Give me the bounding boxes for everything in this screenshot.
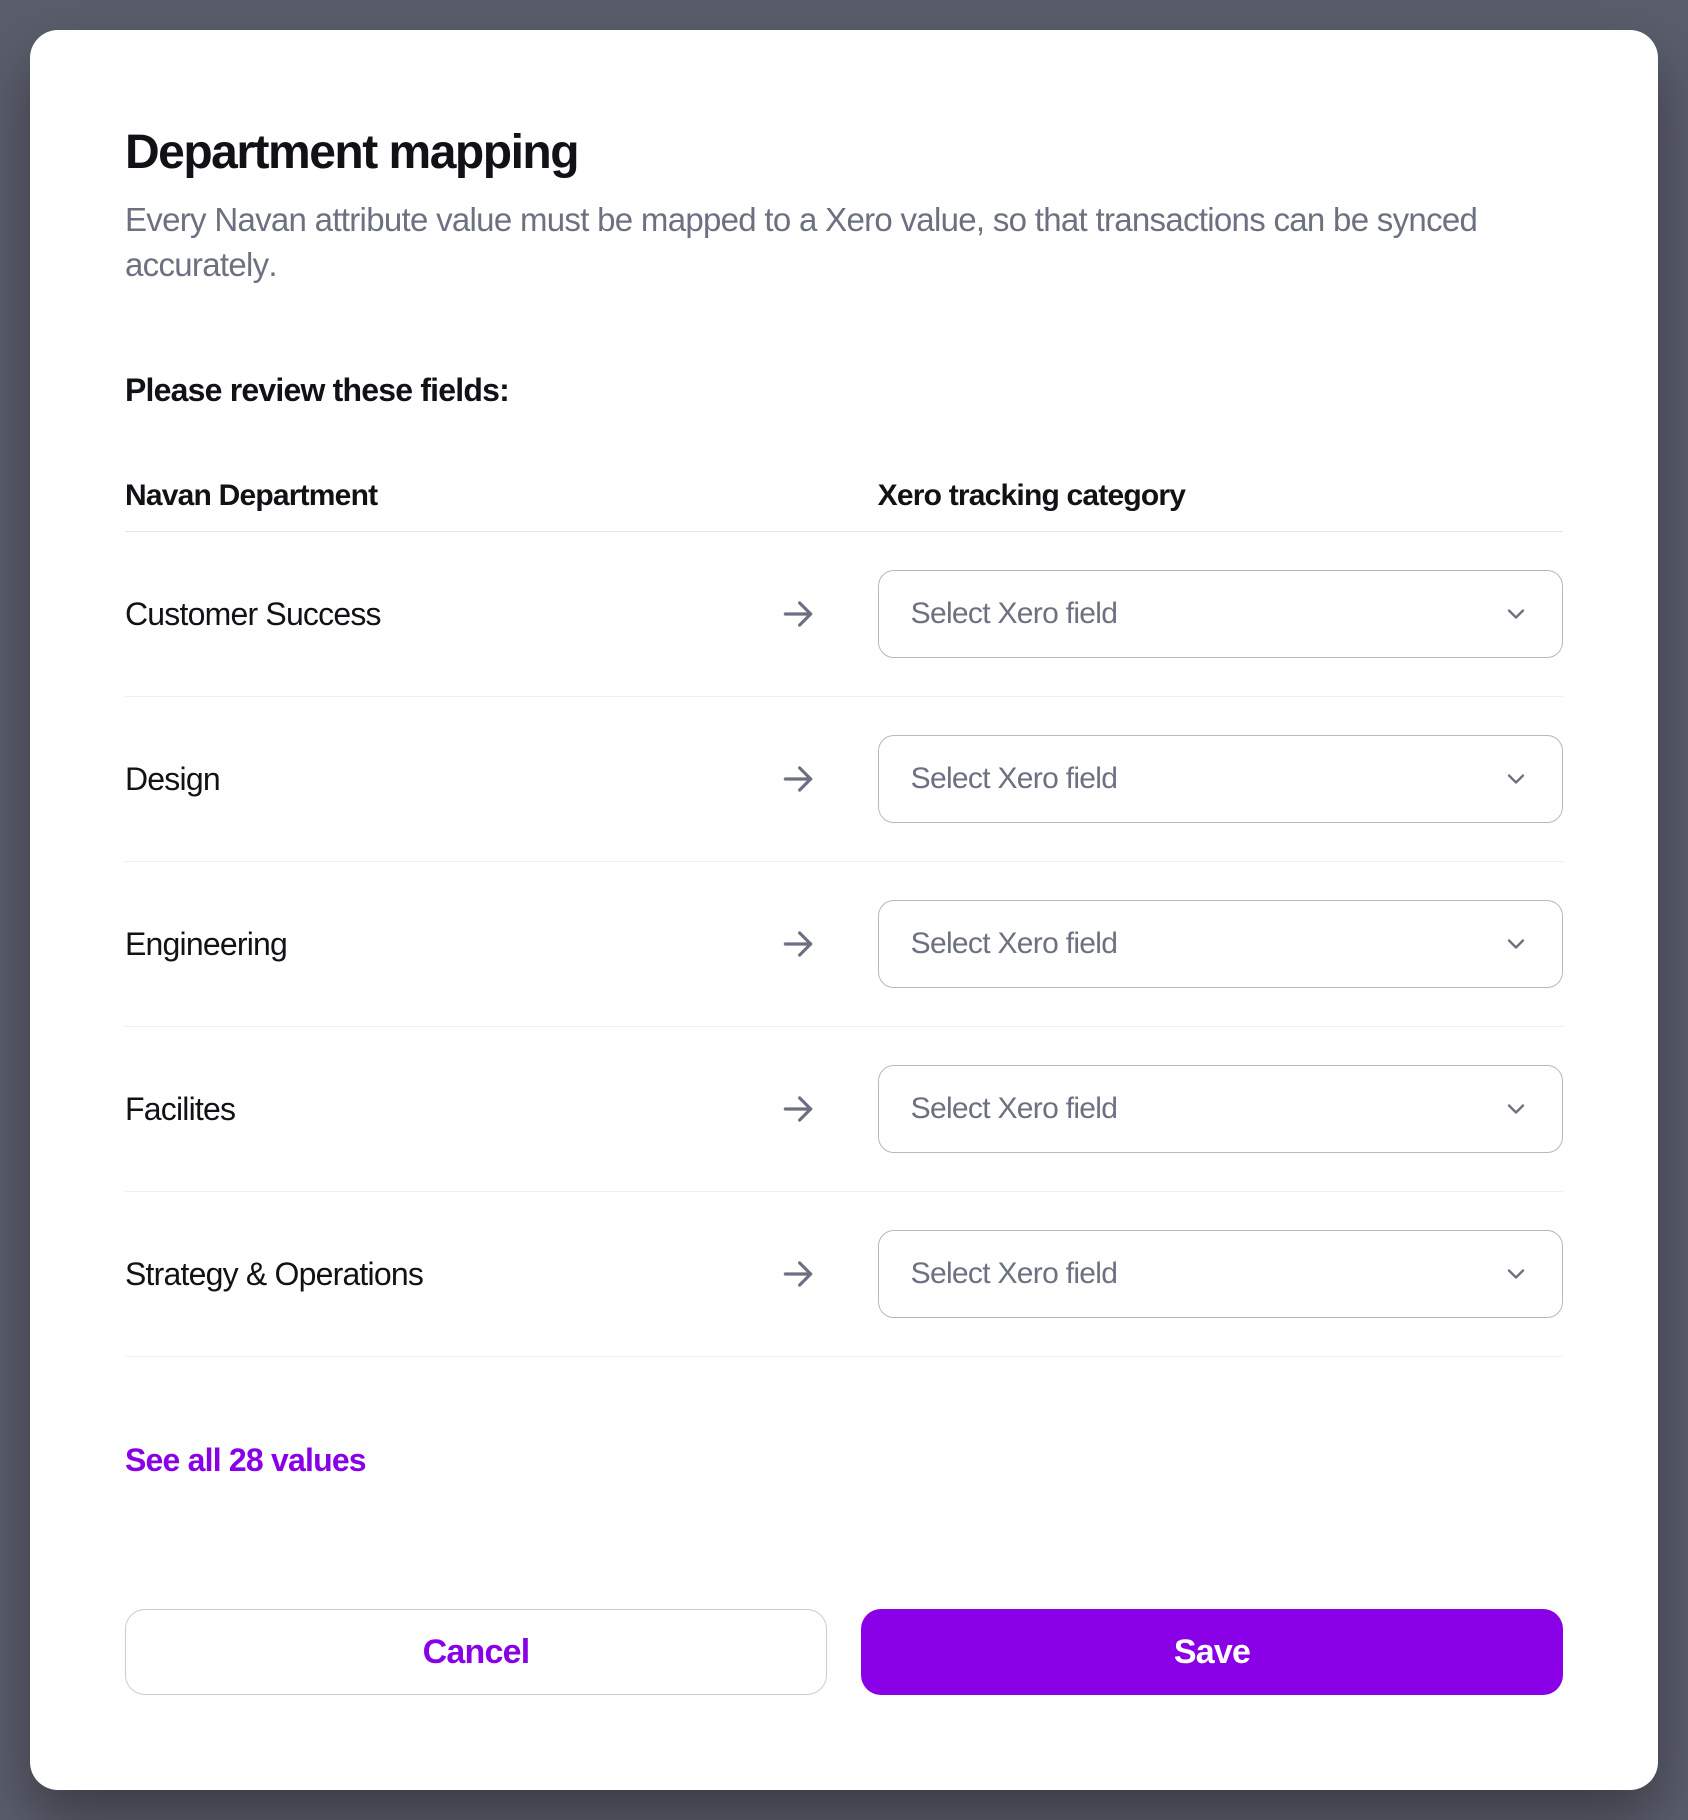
dialog-footer: Cancel Save (125, 1569, 1563, 1695)
dialog-subtitle: Every Navan attribute value must be mapp… (125, 198, 1563, 287)
table-header: Navan Department Xero tracking category (125, 479, 1563, 532)
select-placeholder: Select Xero field (911, 762, 1118, 796)
xero-select[interactable]: Select Xero field (878, 900, 1563, 988)
xero-select[interactable]: Select Xero field (878, 1230, 1563, 1318)
chevron-down-icon (1502, 600, 1530, 628)
table-row: Strategy & Operations Select Xero field (125, 1192, 1563, 1357)
xero-select[interactable]: Select Xero field (878, 735, 1563, 823)
dept-label: Customer Success (125, 596, 778, 633)
dept-label: Facilites (125, 1091, 778, 1128)
select-placeholder: Select Xero field (911, 927, 1118, 961)
cancel-button[interactable]: Cancel (125, 1609, 827, 1695)
table-row: Customer Success Select Xero field (125, 532, 1563, 697)
arrow-right-icon (778, 594, 818, 634)
dept-label: Design (125, 761, 778, 798)
select-placeholder: Select Xero field (911, 1092, 1118, 1126)
table-row: Facilites Select Xero field (125, 1027, 1563, 1192)
arrow-right-icon (778, 1089, 818, 1129)
chevron-down-icon (1502, 930, 1530, 958)
arrow-right-icon (778, 759, 818, 799)
table-row: Design Select Xero field (125, 697, 1563, 862)
see-all-link[interactable]: See all 28 values (125, 1442, 1563, 1479)
save-button[interactable]: Save (861, 1609, 1563, 1695)
arrow-right-icon (778, 924, 818, 964)
xero-select[interactable]: Select Xero field (878, 1065, 1563, 1153)
chevron-down-icon (1502, 765, 1530, 793)
chevron-down-icon (1502, 1095, 1530, 1123)
arrow-right-icon (778, 1254, 818, 1294)
col-target: Xero tracking category (878, 479, 1563, 513)
col-source: Navan Department (125, 479, 778, 513)
table-row: Engineering Select Xero field (125, 862, 1563, 1027)
mapping-dialog: Department mapping Every Navan attribute… (30, 30, 1658, 1790)
select-placeholder: Select Xero field (911, 597, 1118, 631)
dept-label: Strategy & Operations (125, 1256, 778, 1293)
select-placeholder: Select Xero field (911, 1257, 1118, 1291)
chevron-down-icon (1502, 1260, 1530, 1288)
dept-label: Engineering (125, 926, 778, 963)
xero-select[interactable]: Select Xero field (878, 570, 1563, 658)
dialog-title: Department mapping (125, 125, 1563, 180)
review-label: Please review these fields: (125, 372, 1563, 409)
